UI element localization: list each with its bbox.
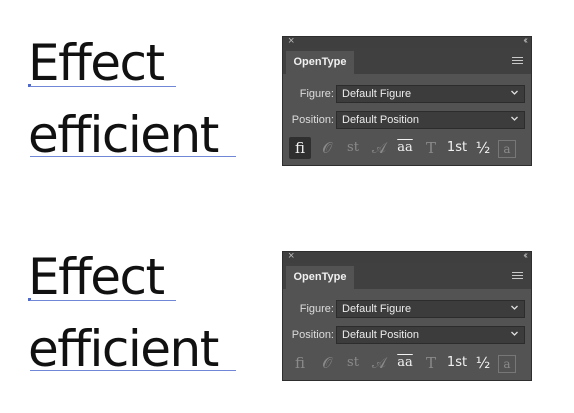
standard-ligatures-icon[interactable]: fi [289,137,311,159]
text-baseline [30,86,176,87]
position-value: Default Position [342,114,420,126]
figure-row: Figure: Default Figure [283,300,531,320]
text-baseline [30,156,236,157]
close-icon[interactable]: × [288,250,294,262]
position-dropdown[interactable]: Default Position [336,111,525,129]
chevron-down-icon [511,331,518,336]
position-row: Position: Default Position [283,111,531,131]
sample-word-efficient[interactable]: efficient [28,110,219,160]
tab-opentype[interactable]: OpenType [286,266,354,289]
figure-dropdown[interactable]: Default Figure [336,300,525,318]
opentype-feature-buttons: fi 𝒪 st 𝒜 aa T 1st ½ a [283,136,531,162]
panel-titlebar[interactable]: × ‹‹ [283,35,531,48]
stylistic-alternates-icon[interactable]: aa [394,137,416,159]
tab-opentype[interactable]: OpenType [286,51,354,74]
position-label: Position: [291,114,334,126]
chevron-down-icon [511,90,518,95]
contextual-alternates-icon[interactable]: 𝒪 [316,137,338,159]
swash-icon[interactable]: 𝒜 [368,352,390,374]
position-value: Default Position [342,329,420,341]
contextual-alternates-icon[interactable]: 𝒪 [316,352,338,374]
sample-word-effect[interactable]: Effect [28,252,165,302]
discretionary-ligatures-icon[interactable]: st [342,137,364,159]
position-label: Position: [291,329,334,341]
opentype-panel-bottom: × ‹‹ OpenType Figure: Default Figure Pos… [282,250,532,381]
panel-tab-bar: OpenType [283,263,531,289]
figure-label: Figure: [299,88,334,100]
titling-alternates-icon[interactable]: T [420,137,442,159]
figure-label: Figure: [299,303,334,315]
hamburger-menu-icon[interactable] [512,57,523,66]
close-icon[interactable]: × [288,35,294,47]
titling-alternates-icon[interactable]: T [420,352,442,374]
chevron-down-icon [511,305,518,310]
text-baseline [30,300,176,301]
chevron-down-icon [511,116,518,121]
fractions-icon[interactable]: ½ [472,352,494,374]
ordinals-icon[interactable]: 1st [446,137,468,159]
position-dropdown[interactable]: Default Position [336,326,525,344]
standard-ligatures-icon[interactable]: fi [289,352,311,374]
stylistic-sets-icon[interactable]: a [498,355,516,373]
hamburger-menu-icon[interactable] [512,272,523,281]
figure-dropdown[interactable]: Default Figure [336,85,525,103]
stylistic-alternates-icon[interactable]: aa [394,352,416,374]
sample-word-effect[interactable]: Effect [28,38,165,88]
figure-value: Default Figure [342,88,412,100]
fractions-icon[interactable]: ½ [472,137,494,159]
position-row: Position: Default Position [283,326,531,346]
opentype-feature-buttons: fi 𝒪 st 𝒜 aa T 1st ½ a [283,351,531,377]
stylistic-sets-icon[interactable]: a [498,140,516,158]
text-baseline [30,370,236,371]
collapse-icon[interactable]: ‹‹ [523,35,527,46]
ordinals-icon[interactable]: 1st [446,352,468,374]
panel-tab-bar: OpenType [283,48,531,74]
opentype-panel-top: × ‹‹ OpenType Figure: Default Figure Pos… [282,35,532,166]
swash-icon[interactable]: 𝒜 [368,137,390,159]
figure-value: Default Figure [342,303,412,315]
panel-titlebar[interactable]: × ‹‹ [283,250,531,263]
collapse-icon[interactable]: ‹‹ [523,250,527,261]
discretionary-ligatures-icon[interactable]: st [342,352,364,374]
figure-row: Figure: Default Figure [283,85,531,105]
sample-word-efficient[interactable]: efficient [28,324,219,374]
